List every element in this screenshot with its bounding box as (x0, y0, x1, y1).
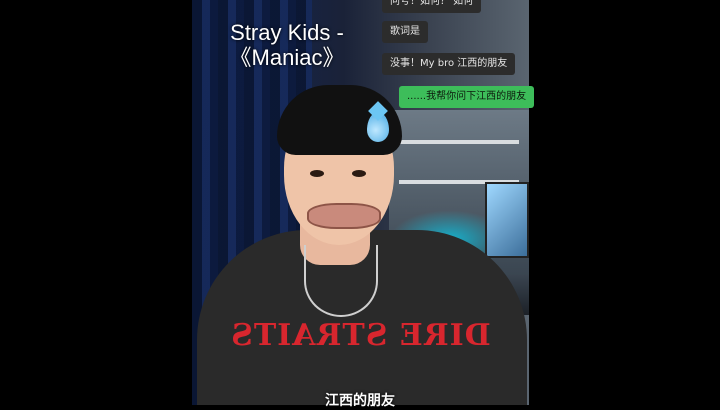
song-title-line2: 《Maniac》 (229, 45, 345, 70)
song-title-line1: Stray Kids - (230, 20, 344, 45)
chat-message: 问号！如何？ 如何 (382, 0, 482, 13)
song-title: Stray Kids - 《Maniac》 (212, 20, 362, 70)
person-mouth (307, 203, 381, 229)
shirt-print: DIRE STRAITS (230, 318, 491, 353)
person-eye-right (352, 170, 366, 177)
monitor (485, 182, 529, 258)
chat-message-outgoing: ......我帮你问下江西的朋友 (399, 86, 535, 108)
shelf (399, 140, 519, 144)
chat-overlay: 问号！如何？ 如何 歌词是 没事！My bro 江西的朋友 ......我帮你问… (377, 0, 535, 120)
video-subtitle: 江西的朋友 (325, 393, 395, 409)
person-eye-left (310, 170, 324, 177)
necklace (304, 245, 378, 317)
chat-message: 歌词是 (382, 21, 428, 43)
chat-message: 没事！My bro 江西的朋友 (382, 53, 516, 75)
